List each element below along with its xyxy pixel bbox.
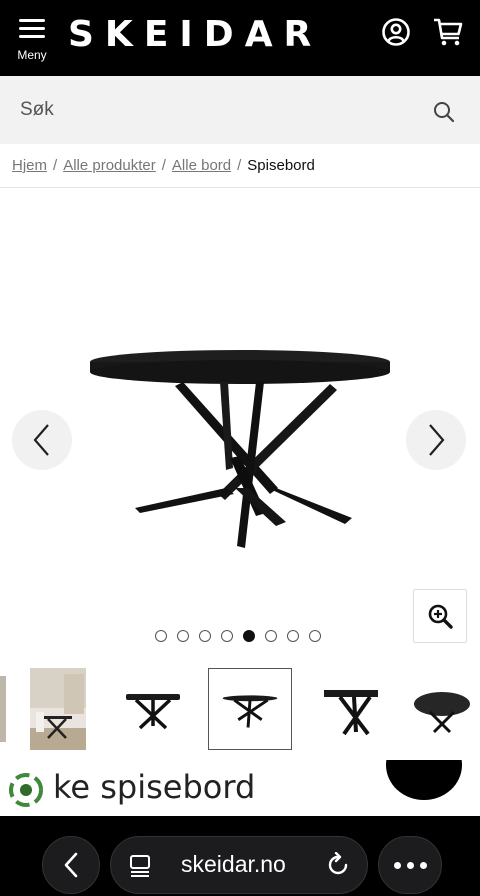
- next-image-button[interactable]: [406, 410, 466, 470]
- search-input[interactable]: [20, 94, 410, 126]
- search-icon[interactable]: [432, 100, 456, 124]
- site-header: Meny SKEIDAR: [0, 0, 480, 76]
- chevron-left-icon: [33, 424, 49, 456]
- breadcrumb: Hjem / Alle produkter / Alle bord / Spis…: [12, 157, 315, 174]
- breadcrumb-separator: /: [237, 157, 242, 174]
- breadcrumb-link-home[interactable]: Hjem: [12, 157, 47, 174]
- gallery-dot[interactable]: [287, 630, 299, 642]
- thumbnail[interactable]: [0, 668, 6, 750]
- menu-label: Meny: [17, 48, 47, 62]
- thumbnail[interactable]: [400, 668, 480, 750]
- gallery-dot[interactable]: [177, 630, 189, 642]
- gallery-pagination: [155, 630, 321, 642]
- breadcrumb-current: Spisebord: [247, 157, 315, 174]
- hamburger-icon: [18, 14, 46, 40]
- more-button[interactable]: [378, 836, 442, 894]
- chevron-left-icon: [64, 852, 78, 878]
- previous-image-button[interactable]: [12, 410, 72, 470]
- thumbnail[interactable]: [30, 668, 86, 750]
- more-icon: [393, 861, 401, 869]
- zoom-in-icon: [428, 604, 453, 629]
- chevron-right-icon: [429, 424, 445, 456]
- product-title-row: ke spisebord: [0, 760, 480, 816]
- gallery-dot[interactable]: [265, 630, 277, 642]
- thumbnail[interactable]: [304, 668, 390, 750]
- product-gallery[interactable]: [0, 188, 480, 658]
- product-image: [90, 350, 390, 548]
- breadcrumb-separator: /: [53, 157, 58, 174]
- gallery-dot[interactable]: [199, 630, 211, 642]
- logo[interactable]: SKEIDAR: [68, 14, 322, 55]
- browser-back-button[interactable]: [42, 836, 100, 894]
- cart-icon[interactable]: [432, 16, 464, 48]
- tabs-icon[interactable]: [129, 854, 153, 878]
- zoom-button[interactable]: [413, 589, 467, 643]
- thumbnail-strip: [0, 666, 480, 752]
- address-bar[interactable]: skeidar.no: [110, 836, 368, 894]
- recycle-badge-icon: [9, 773, 43, 807]
- breadcrumb-separator: /: [161, 157, 166, 174]
- search-bar: [0, 76, 480, 144]
- thumbnail-selected[interactable]: [208, 668, 292, 750]
- gallery-dot-active[interactable]: [243, 630, 255, 642]
- product-title: ke spisebord: [53, 768, 256, 806]
- thumbnail[interactable]: [110, 668, 196, 750]
- browser-toolbar: skeidar.no: [0, 816, 480, 896]
- breadcrumb-link-all-products[interactable]: Alle produkter: [63, 157, 156, 174]
- reload-icon[interactable]: [325, 852, 351, 878]
- menu-button[interactable]: Meny: [12, 14, 52, 66]
- account-icon[interactable]: [380, 16, 412, 48]
- url-text: skeidar.no: [181, 851, 286, 877]
- gallery-dot[interactable]: [155, 630, 167, 642]
- gallery-dot[interactable]: [309, 630, 321, 642]
- chat-button[interactable]: [386, 760, 462, 800]
- breadcrumb-link-all-tables[interactable]: Alle bord: [172, 157, 231, 174]
- gallery-dot[interactable]: [221, 630, 233, 642]
